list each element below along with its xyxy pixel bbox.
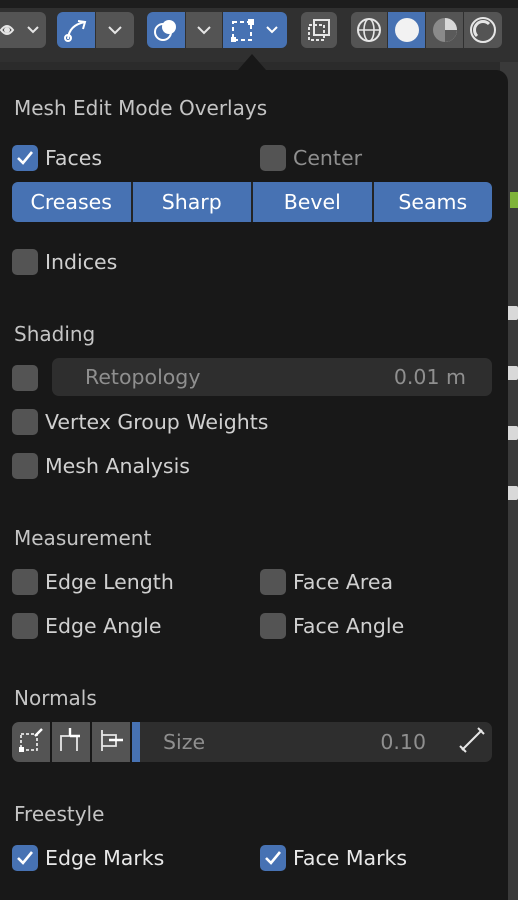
retopology-label: Retopology <box>85 365 201 389</box>
vertex-group-weights-checkbox[interactable]: Vertex Group Weights <box>12 408 268 436</box>
retopology-checkbox[interactable] <box>12 364 38 392</box>
checkmark-icon <box>12 145 38 171</box>
split-normals-button[interactable] <box>52 722 90 762</box>
normals-screen-space-button[interactable] <box>452 722 492 762</box>
overlays-icon <box>153 17 179 43</box>
center-checkbox[interactable]: Center <box>260 144 362 172</box>
checkbox-box <box>12 249 38 275</box>
faces-checkbox[interactable]: Faces <box>12 144 102 172</box>
retopology-value: 0.01 m <box>393 365 466 389</box>
face-angle-checkbox[interactable]: Face Angle <box>260 612 404 640</box>
vertex-group-weights-label: Vertex Group Weights <box>45 410 269 434</box>
viewport-header <box>0 0 518 62</box>
rendered-shading-button[interactable] <box>464 12 502 48</box>
popover-title: Mesh Edit Mode Overlays <box>14 96 268 120</box>
normals-row: Size 0.10 <box>12 722 492 762</box>
checkbox-box <box>260 569 286 595</box>
vertex-normals-icon <box>18 727 44 757</box>
measurement-heading: Measurement <box>14 526 152 550</box>
xray-icon <box>306 17 332 43</box>
normals-size-value: 0.10 <box>380 730 426 754</box>
shading-heading: Shading <box>14 322 96 346</box>
mesh-edit-overlays-icon <box>229 16 281 44</box>
seams-toggle[interactable]: Seams <box>373 182 492 222</box>
edge-marks-label: Edge Marks <box>45 846 165 870</box>
faces-label: Faces <box>45 146 103 170</box>
edge-marks-checkbox[interactable]: Edge Marks <box>12 844 164 872</box>
checkbox-box <box>12 365 38 391</box>
mesh-analysis-checkbox[interactable]: Mesh Analysis <box>12 452 190 480</box>
gizmo-dropdown-button[interactable] <box>96 12 134 48</box>
gizmo-toggle-button[interactable] <box>57 12 95 48</box>
bevel-toggle[interactable]: Bevel <box>253 182 372 222</box>
solid-shading-button[interactable] <box>388 12 425 48</box>
mesh-analysis-label: Mesh Analysis <box>45 454 190 478</box>
gizmo-icon <box>63 17 89 43</box>
indices-label: Indices <box>45 250 118 274</box>
rendered-shading-icon <box>469 16 497 44</box>
face-area-checkbox[interactable]: Face Area <box>260 568 393 596</box>
edge-length-checkbox[interactable]: Edge Length <box>12 568 174 596</box>
edge-length-label: Edge Length <box>45 570 174 594</box>
checkmark-icon <box>12 845 38 871</box>
face-area-label: Face Area <box>293 570 394 594</box>
chevron-down-icon <box>197 25 211 35</box>
checkbox-box <box>12 613 38 639</box>
creases-toggle[interactable]: Creases <box>12 182 131 222</box>
diagonal-line-icon <box>458 726 486 758</box>
face-marks-label: Face Marks <box>293 846 408 870</box>
checkbox-box <box>260 145 286 171</box>
normals-size-label: Size <box>163 730 206 754</box>
split-normals-icon <box>58 727 84 757</box>
checkbox-box <box>12 569 38 595</box>
face-normals-icon <box>98 727 124 757</box>
edge-angle-label: Edge Angle <box>45 614 162 638</box>
viewport-green-marker <box>510 192 518 208</box>
visibility-eye-icon <box>0 19 40 41</box>
checkbox-box <box>12 409 38 435</box>
face-normals-button[interactable] <box>92 722 130 762</box>
visibility-dropdown-button[interactable] <box>0 12 46 48</box>
edge-angle-checkbox[interactable]: Edge Angle <box>12 612 161 640</box>
checkbox-box <box>12 453 38 479</box>
mesh-edit-overlays-button[interactable] <box>223 12 287 48</box>
popover-arrow <box>238 54 266 70</box>
xray-toggle-button[interactable] <box>301 12 337 48</box>
checkmark-icon <box>260 845 286 871</box>
material-shading-button[interactable] <box>426 12 463 48</box>
center-label: Center <box>293 146 362 170</box>
solid-shading-icon <box>393 16 421 44</box>
normals-size-fill <box>132 722 140 762</box>
material-shading-icon <box>431 16 459 44</box>
indices-checkbox[interactable]: Indices <box>12 248 117 276</box>
normals-size-field[interactable]: Size 0.10 <box>132 722 452 762</box>
overlays-dropdown-button[interactable] <box>186 12 222 48</box>
sharp-toggle[interactable]: Sharp <box>132 182 251 222</box>
edge-marks-toggle-group: Creases Sharp Bevel Seams <box>12 182 492 222</box>
chevron-down-icon <box>108 25 122 35</box>
checkbox-box <box>260 613 286 639</box>
wireframe-shading-button[interactable] <box>351 12 387 48</box>
vertex-normals-button[interactable] <box>12 722 50 762</box>
header-top-strip <box>0 0 518 8</box>
face-angle-label: Face Angle <box>293 614 405 638</box>
normals-heading: Normals <box>14 686 97 710</box>
face-marks-checkbox[interactable]: Face Marks <box>260 844 407 872</box>
freestyle-heading: Freestyle <box>14 802 105 826</box>
overlays-toggle-button[interactable] <box>147 12 185 48</box>
wireframe-shading-icon <box>355 16 383 44</box>
retopology-offset-field[interactable]: Retopology 0.01 m <box>52 358 492 396</box>
